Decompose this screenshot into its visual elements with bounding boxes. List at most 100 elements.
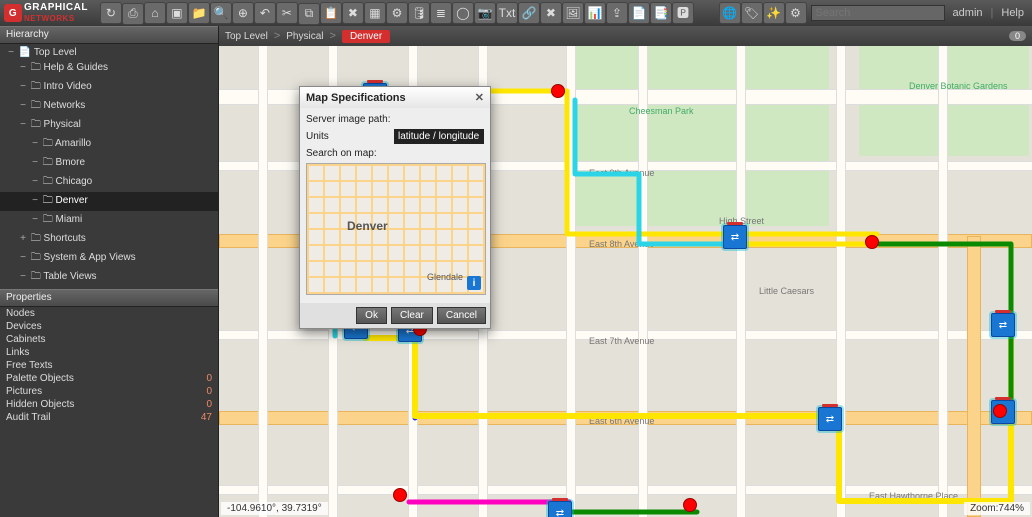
- map-node-7[interactable]: ⇄: [991, 313, 1015, 337]
- search-map-label: Search on map:: [306, 148, 394, 159]
- prop-palette-objects[interactable]: Palette Objects0: [0, 372, 218, 385]
- map-node-4[interactable]: ⇄: [548, 501, 572, 517]
- info-icon[interactable]: i: [467, 276, 481, 290]
- prop-hidden-objects[interactable]: Hidden Objects0: [0, 398, 218, 411]
- street-v5: [567, 46, 575, 517]
- layers-icon[interactable]: ≣: [430, 2, 452, 24]
- map-spec-dialog[interactable]: Map Specifications ✕ Server image path: …: [299, 86, 491, 329]
- prop-free-texts[interactable]: Free Texts: [0, 359, 218, 372]
- admin-link[interactable]: admin: [949, 7, 987, 19]
- right-tools: 🌐🏷✨⚙ admin | Help: [719, 2, 1028, 24]
- tree-item-physical[interactable]: − 🗀 Physical: [0, 116, 218, 135]
- tree-item-top-level[interactable]: − 📄 Top Level: [0, 46, 218, 59]
- street-v9: [939, 46, 947, 517]
- hierarchy-tree[interactable]: − 📄 Top Level− 🗀 Help & Guides− 🗀 Intro …: [0, 44, 218, 289]
- ok-button[interactable]: Ok: [356, 307, 387, 324]
- cut-icon[interactable]: ✂: [276, 2, 298, 24]
- wand-icon[interactable]: ✨: [763, 2, 785, 24]
- tree-item-intro-video[interactable]: − 🗀 Intro Video: [0, 78, 218, 97]
- dialog-title: Map Specifications: [306, 92, 406, 104]
- globe-icon[interactable]: 🌐: [719, 2, 741, 24]
- delete-icon[interactable]: ✖: [342, 2, 364, 24]
- camera-icon[interactable]: 📷: [474, 2, 496, 24]
- refresh-icon[interactable]: ↻: [100, 2, 122, 24]
- tree-item-denver[interactable]: − 🗀 Denver: [0, 192, 218, 211]
- image-icon[interactable]: 🖼: [562, 2, 584, 24]
- tree-item-system-app-views[interactable]: − 🗀 System & App Views: [0, 249, 218, 268]
- prop-audit-trail[interactable]: Audit Trail47: [0, 411, 218, 424]
- tree-item-amarillo[interactable]: − 🗀 Amarillo: [0, 135, 218, 154]
- map-dot-3[interactable]: [393, 488, 407, 502]
- crumb-denver[interactable]: Denver: [342, 30, 390, 43]
- prop-pictures[interactable]: Pictures0: [0, 385, 218, 398]
- cancel-button[interactable]: Cancel: [437, 307, 486, 324]
- tree-item-table-views[interactable]: − 🗀 Table Views: [0, 268, 218, 287]
- street-v7: [737, 46, 745, 517]
- mini-map-sub: Glendale: [427, 272, 463, 282]
- crumb-physical[interactable]: Physical: [286, 31, 323, 42]
- undo-icon[interactable]: ↶: [254, 2, 276, 24]
- grid-icon[interactable]: ▦: [364, 2, 386, 24]
- doc-icon[interactable]: 📄: [628, 2, 650, 24]
- crumb-count: 0: [1009, 31, 1026, 41]
- breadcrumb-bar: Top Level > Physical > Denver 0: [219, 26, 1032, 46]
- zoom-in-icon[interactable]: ⊕: [232, 2, 254, 24]
- print-icon[interactable]: ⎙: [122, 3, 144, 25]
- copy-icon[interactable]: ⧉: [298, 3, 320, 25]
- text-icon[interactable]: Txt: [496, 2, 518, 24]
- tree-item-shortcuts[interactable]: + 🗀 Shortcuts: [0, 230, 218, 249]
- search-input[interactable]: [811, 5, 945, 21]
- search-icon[interactable]: 🔍: [210, 2, 232, 24]
- server-image-label: Server image path:: [306, 114, 394, 125]
- prop-nodes[interactable]: Nodes: [0, 307, 218, 320]
- prop-cabinets[interactable]: Cabinets: [0, 333, 218, 346]
- tree-item-chicago[interactable]: − 🗀 Chicago: [0, 173, 218, 192]
- street-7th: [219, 331, 1032, 339]
- mini-map[interactable]: Denver Glendale i: [306, 163, 486, 295]
- settings-icon[interactable]: ⚙: [386, 2, 408, 24]
- export-icon[interactable]: ⇪: [606, 2, 628, 24]
- doc2-icon[interactable]: 📑: [650, 2, 672, 24]
- db-icon[interactable]: 🛢: [408, 2, 430, 24]
- close-icon[interactable]: ✕: [475, 91, 484, 104]
- properties-title: Properties: [0, 289, 218, 307]
- map-dot-4[interactable]: [683, 498, 697, 512]
- street-6th: [219, 411, 1032, 425]
- map-node-6[interactable]: ⇄: [818, 407, 842, 431]
- link-icon[interactable]: 🔗: [518, 2, 540, 24]
- prop-links[interactable]: Links: [0, 346, 218, 359]
- units-label: Units: [306, 131, 394, 142]
- properties-panel: NodesDevicesCabinetsLinksFree TextsPalet…: [0, 307, 218, 424]
- street-v8: [837, 46, 845, 517]
- help-link[interactable]: Help: [997, 7, 1028, 19]
- tag-icon[interactable]: 🏷: [741, 2, 763, 24]
- tree-item-help-guides[interactable]: − 🗀 Help & Guides: [0, 59, 218, 78]
- park-cheesman: [569, 46, 829, 226]
- paste-icon[interactable]: 📋: [320, 2, 342, 24]
- crumb-top[interactable]: Top Level: [225, 31, 268, 42]
- app-logo: G GRAPHICAL NETWORKS: [4, 2, 88, 24]
- window-icon[interactable]: ▣: [166, 2, 188, 24]
- circle-icon[interactable]: ◯: [452, 2, 474, 24]
- chart-icon[interactable]: 📊: [584, 2, 606, 24]
- logo-text-bottom: NETWORKS: [24, 14, 75, 23]
- clear-button[interactable]: Clear: [391, 307, 433, 324]
- units-value[interactable]: latitude / longitude: [394, 129, 484, 144]
- close-icon[interactable]: ✖: [540, 2, 562, 24]
- tree-item-bmore[interactable]: − 🗀 Bmore: [0, 154, 218, 173]
- top-toolbar: G GRAPHICAL NETWORKS ↻⎙⌂▣📁🔍⊕↶✂⧉📋✖▦⚙🛢≣◯📷T…: [0, 0, 1032, 27]
- tree-item-miami[interactable]: − 🗀 Miami: [0, 211, 218, 230]
- folder-icon[interactable]: 📁: [188, 2, 210, 24]
- map-area[interactable]: Top Level > Physical > Denver 0: [219, 26, 1032, 517]
- dialog-header[interactable]: Map Specifications ✕: [300, 87, 490, 108]
- map-dot-5[interactable]: [865, 235, 879, 249]
- home-icon[interactable]: ⌂: [144, 2, 166, 24]
- prop-devices[interactable]: Devices: [0, 320, 218, 333]
- map-node-5[interactable]: ⇄: [723, 225, 747, 249]
- map-dot-6[interactable]: [993, 404, 1007, 418]
- street-v6: [639, 46, 647, 517]
- tree-item-networks[interactable]: − 🗀 Networks: [0, 97, 218, 116]
- map-dot-0[interactable]: [551, 84, 565, 98]
- gear-icon[interactable]: ⚙: [785, 2, 807, 24]
- pdf-icon[interactable]: 🅿: [672, 2, 694, 24]
